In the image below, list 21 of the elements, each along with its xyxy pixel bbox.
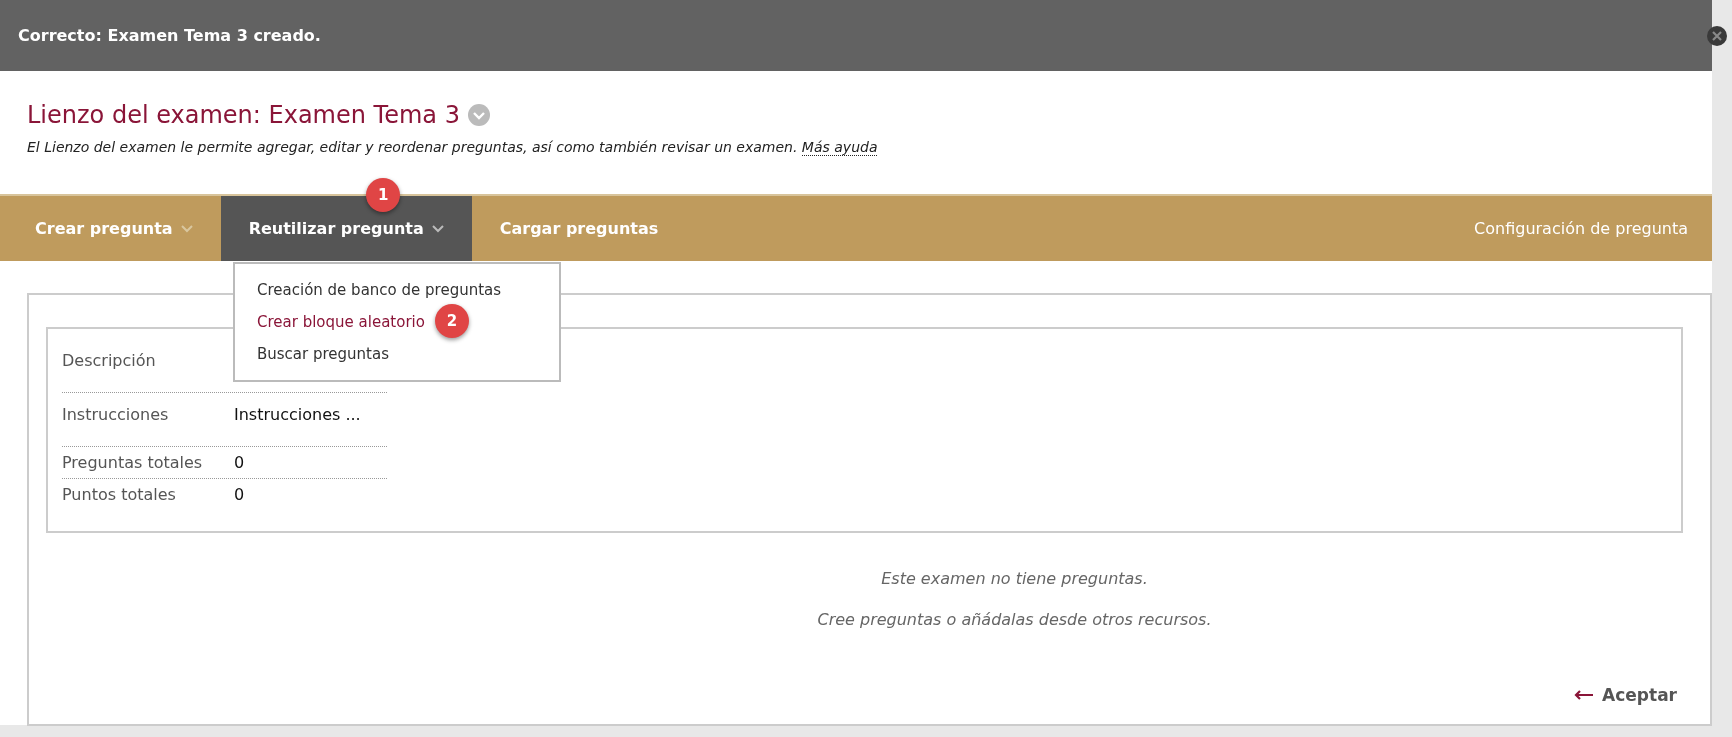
page-description: El Lienzo del examen le permite agregar, editar y reordenar preguntas, así como también revisar un examen. Más ayuda (27, 139, 879, 155)
help-link[interactable]: Más ayuda (801, 139, 878, 156)
notification-message: Correcto: Examen Tema 3 creado. (18, 26, 321, 45)
arrow-left-icon (1574, 690, 1595, 700)
detail-value: 0 (234, 485, 245, 504)
detail-label: Puntos totales (62, 485, 177, 504)
menu-item[interactable]: Creación de banco de preguntas (257, 281, 502, 299)
page-title: Lienzo del examen: Examen Tema 3 (27, 101, 460, 129)
menu-item[interactable]: Buscar preguntas (257, 345, 389, 363)
menu-item[interactable]: Crear bloque aleatorio (257, 313, 425, 331)
empty-message: Este examen no tiene preguntas. (880, 569, 1149, 588)
accept-button[interactable]: Aceptar (1568, 684, 1683, 706)
detail-value: 0 (234, 453, 245, 472)
detail-label: Descripción (62, 351, 157, 370)
close-icon[interactable] (1706, 24, 1728, 47)
empty-message: Cree preguntas o añádalas desde otros recursos. (816, 610, 1213, 629)
detail-label: Instrucciones (62, 405, 170, 424)
detail-label: Preguntas totales (62, 453, 204, 472)
detail-value: Instrucciones ... (234, 405, 361, 424)
callout-badge: 1 (366, 178, 401, 212)
callout-badge: 2 (435, 304, 469, 338)
